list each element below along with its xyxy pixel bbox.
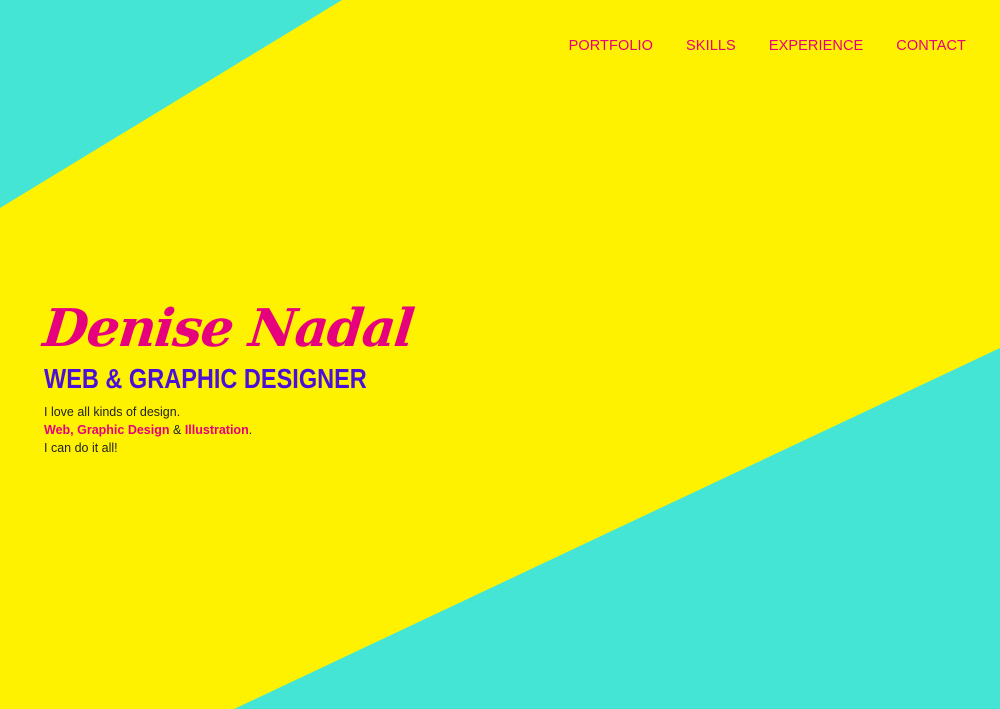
hero-line-2: Web, Graphic Design & Illustration. xyxy=(44,421,428,439)
nav-contact[interactable]: CONTACT xyxy=(896,38,966,54)
nav-portfolio[interactable]: PORTFOLIO xyxy=(569,38,653,54)
skill-period: . xyxy=(248,423,253,437)
page: PORTFOLIO SKILLS EXPERIENCE CONTACT Deni… xyxy=(0,0,1000,709)
main-nav: PORTFOLIO SKILLS EXPERIENCE CONTACT xyxy=(536,38,966,54)
skill-illustration: Illustration xyxy=(184,423,249,437)
skill-graphic-design: Graphic Design xyxy=(77,423,170,437)
hero-description: I love all kinds of design. Web, Graphic… xyxy=(44,403,428,457)
skill-ampersand: & xyxy=(169,423,185,437)
hero-title: WEB & GRAPHIC DESIGNER xyxy=(44,363,367,394)
hero-name: Denise Nadal xyxy=(40,298,416,359)
nav-experience[interactable]: EXPERIENCE xyxy=(769,38,863,54)
skill-web: Web xyxy=(44,423,71,437)
hero-line-3: I can do it all! xyxy=(44,441,118,455)
hero-line-1: I love all kinds of design. xyxy=(44,405,181,419)
nav-skills[interactable]: SKILLS xyxy=(686,38,736,54)
hero: Denise Nadal WEB & GRAPHIC DESIGNER I lo… xyxy=(40,296,428,457)
